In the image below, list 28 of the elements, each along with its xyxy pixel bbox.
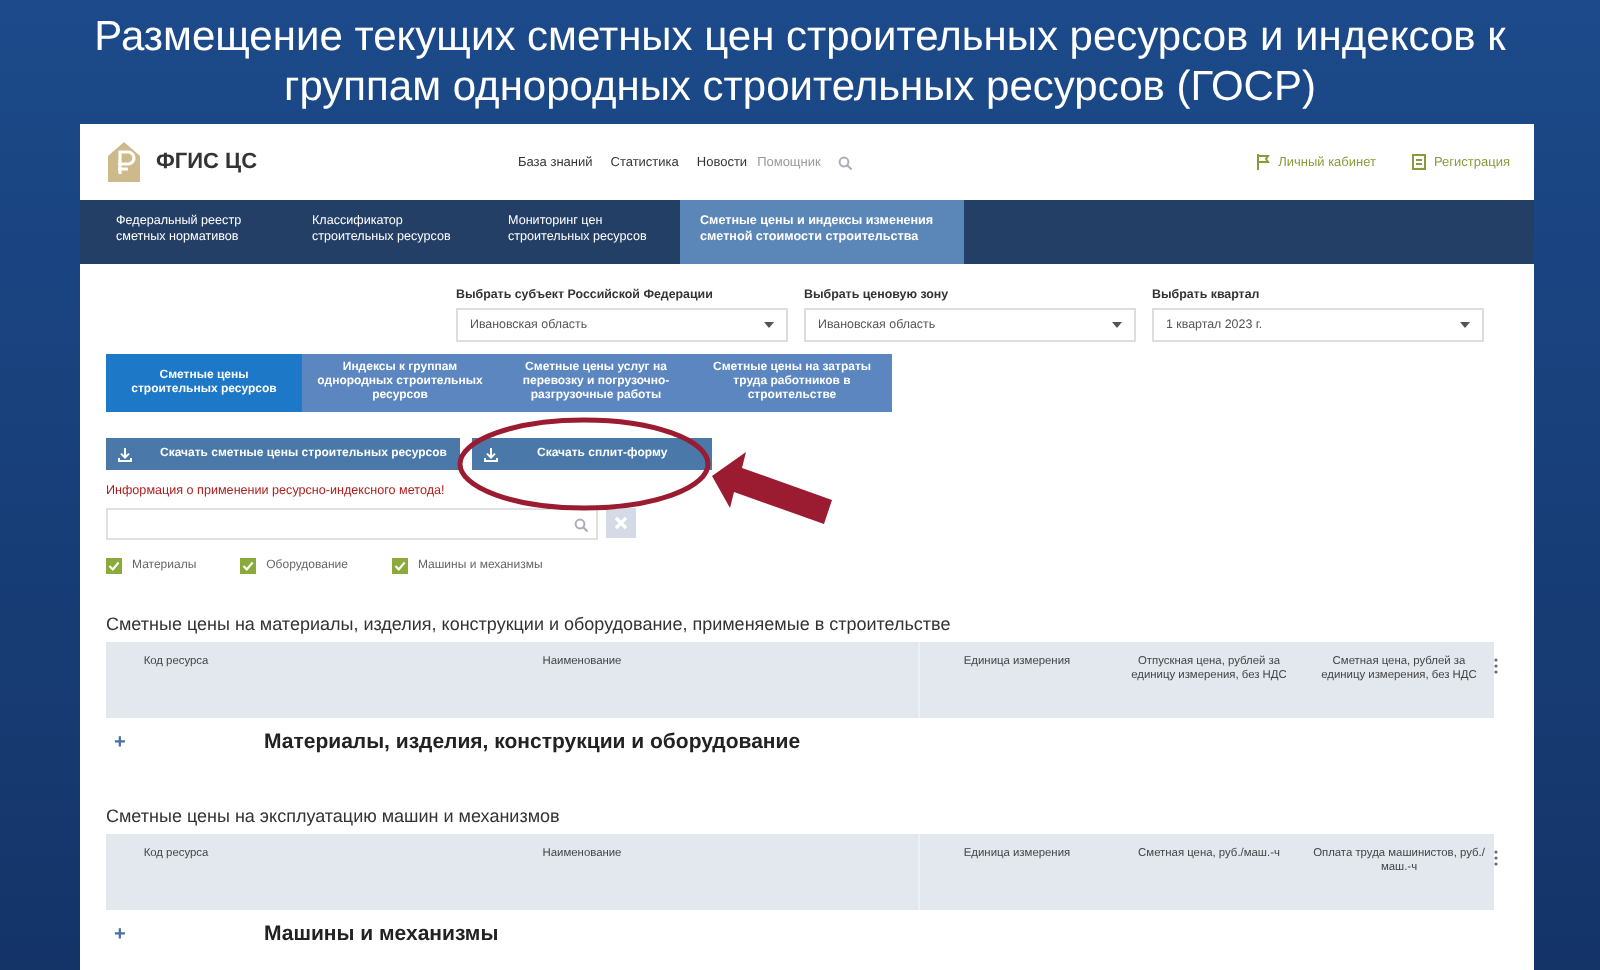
- slide-title: Размещение текущих сметных цен строительных ресурсов и индексов к группам однородных строительных ресурсов (ГОСР): [92, 12, 1508, 114]
- dropdown-caret-icon: [1112, 322, 1122, 328]
- group-row-label: Машины и механизмы: [264, 922, 499, 946]
- search-icon: [574, 517, 588, 531]
- section-title: Сметные цены на материалы, изделия, конструкции и оборудование, применяемые в строительстве: [106, 614, 953, 634]
- annotation-arrow: [712, 452, 834, 526]
- checkmark-icon: [108, 560, 120, 572]
- document-icon: [1412, 154, 1426, 170]
- expand-toggle[interactable]: +: [106, 731, 264, 753]
- clear-button[interactable]: [606, 508, 636, 538]
- dropdown-caret-icon: [764, 322, 774, 328]
- checkbox[interactable]: [240, 558, 257, 574]
- house-ruble-icon: [108, 142, 140, 182]
- flag-icon: [1256, 154, 1271, 170]
- expand-toggle[interactable]: +: [106, 923, 264, 945]
- group-row-label: Материалы, изделия, конструкции и оборудование: [264, 730, 801, 754]
- download-icon: [118, 447, 132, 461]
- checkbox[interactable]: [391, 558, 408, 574]
- checkmark-icon: [393, 560, 406, 572]
- logo-text: ФГИС ЦС: [156, 150, 258, 174]
- dropdown-caret-icon: [1460, 322, 1470, 328]
- search-icon: [838, 155, 853, 169]
- checkmark-icon: [242, 560, 255, 572]
- checkbox[interactable]: [106, 558, 122, 574]
- search-field[interactable]: [106, 508, 598, 540]
- section-title: Сметные цены на эксплуатацию машин и механизмов: [106, 806, 562, 826]
- download-icon: [483, 447, 497, 461]
- close-icon: [614, 516, 628, 530]
